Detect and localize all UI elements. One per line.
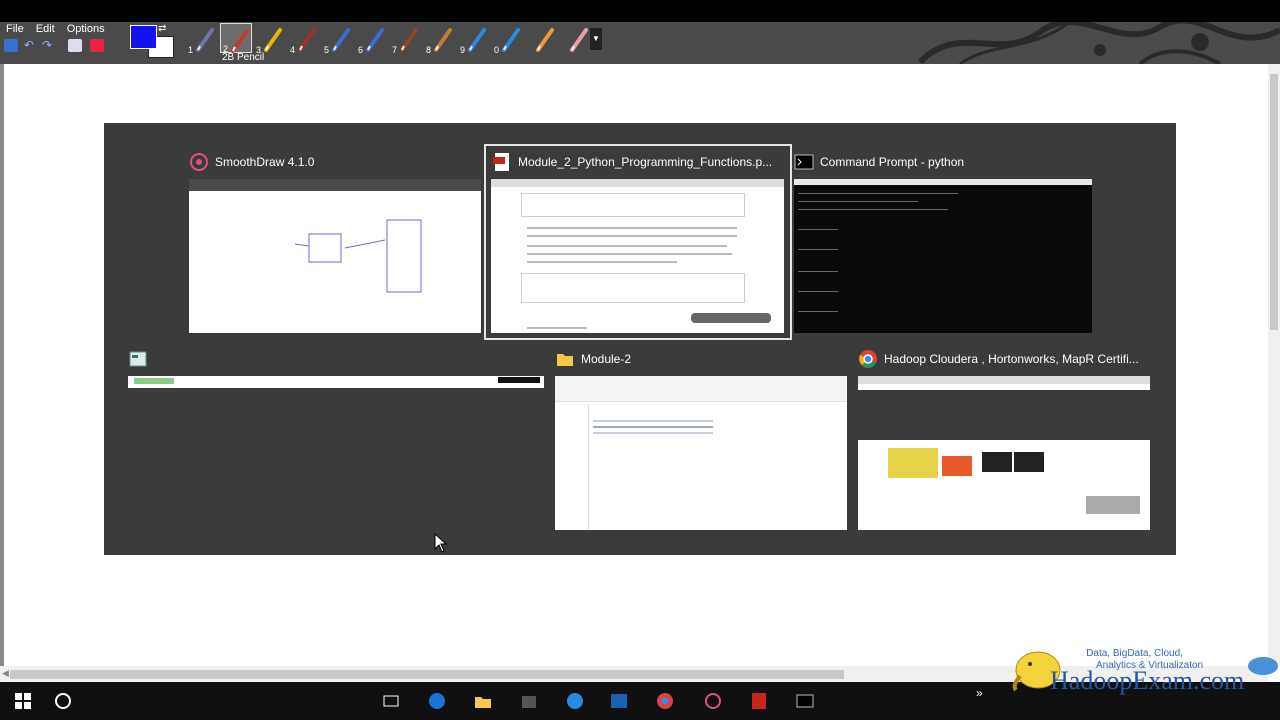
sketch-drawing [294, 219, 422, 293]
hand-icon [536, 28, 554, 52]
save-icon[interactable] [4, 39, 18, 52]
menu-file[interactable]: File [0, 22, 30, 36]
chrome-taskbar-icon[interactable] [656, 692, 674, 710]
show-hidden-icons-icon[interactable]: » [976, 686, 983, 700]
logo-brand-text: HadoopExam.com [1050, 666, 1245, 695]
redo-icon[interactable]: ↷ [42, 39, 56, 52]
tool-number: 9 [460, 45, 466, 55]
marker-icon [298, 28, 316, 52]
cloud-icon [1248, 657, 1278, 675]
tool-7[interactable]: 7 [390, 23, 422, 55]
tool-number: 8 [426, 45, 432, 55]
vertical-scroll-thumb[interactable] [1270, 74, 1278, 330]
tool-4[interactable]: 4 [288, 23, 320, 55]
top-black-strip [0, 0, 1280, 22]
tool-eraser[interactable] [560, 23, 592, 53]
switcher-window-pdf[interactable]: Module_2_Python_Programming_Functions.p.… [484, 144, 792, 340]
highlighter-icon [264, 28, 282, 52]
tool-number: 1 [188, 45, 194, 55]
brush-icon [366, 28, 384, 52]
window-title: Hadoop Cloudera , Hortonworks, MapR Cert… [884, 352, 1139, 366]
tool-2[interactable]: 2 [220, 23, 252, 54]
tool-0[interactable]: 0 [492, 23, 524, 55]
pdf-icon [493, 153, 509, 171]
task-switcher: SmoothDraw 4.1.0 Module_2_Python_Program… [104, 123, 1176, 555]
horizontal-scroll-thumb[interactable] [10, 670, 844, 679]
folder-icon [557, 354, 573, 366]
tool-number: 0 [494, 45, 500, 55]
logo-tagline-line-1: Data, BigData, Cloud, [1086, 648, 1183, 659]
window-thumbnail [858, 376, 1150, 530]
vertical-scrollbar[interactable] [1268, 64, 1280, 666]
foreground-color-swatch[interactable] [130, 25, 157, 49]
menu-bar: File Edit Options [0, 22, 111, 36]
window-thumbnail [555, 376, 847, 530]
switcher-window-cmd[interactable]: Command Prompt - python [794, 151, 1092, 333]
tool-1[interactable]: 1 [186, 23, 218, 55]
window-title: Module-2 [581, 352, 632, 366]
tool-hand[interactable] [526, 23, 558, 53]
window-thumbnail [491, 179, 784, 333]
water-drop-icon [502, 28, 520, 52]
window-title: SmoothDraw 4.1.0 [215, 155, 315, 169]
tool-5[interactable]: 5 [322, 23, 354, 55]
switcher-window-explorer[interactable]: Module-2 [555, 348, 847, 530]
brush-icon [332, 28, 350, 52]
cmd-taskbar-icon[interactable] [796, 692, 814, 710]
window-thumbnail [794, 179, 1092, 333]
mouse-cursor-icon [434, 533, 448, 553]
spray-icon [468, 28, 486, 52]
tool-number: 4 [290, 45, 296, 55]
search-icon[interactable] [54, 692, 72, 710]
file-explorer-icon[interactable] [474, 692, 492, 710]
store-icon[interactable] [520, 692, 538, 710]
command-prompt-icon [794, 154, 814, 170]
app-window-icon [129, 351, 147, 367]
new-page-icon[interactable] [68, 39, 82, 52]
smoothdraw-toolbar: File Edit Options ↶ ↷ ⇄ 1 234 5 6 7 8 9 0 2B Pe… [0, 22, 1280, 64]
tool-number: 7 [392, 45, 398, 55]
hadoopexam-logo: Data, BigData, Cloud, Analytics & Virtua… [1010, 644, 1280, 700]
scroll-left-icon[interactable]: ◀ [2, 668, 9, 679]
browser-icon[interactable] [566, 692, 584, 710]
decorative-swirl [917, 22, 1280, 64]
swap-colors-icon[interactable]: ⇄ [158, 23, 166, 34]
tool-3[interactable]: 3 [254, 23, 286, 55]
current-tool-name: 2B Pencil [222, 52, 265, 63]
task-view-icon[interactable] [382, 692, 400, 710]
switcher-window-smoothdraw[interactable]: SmoothDraw 4.1.0 [189, 151, 481, 333]
pencil-icon [231, 29, 249, 53]
pen-icon [196, 28, 214, 52]
tool-9[interactable]: 9 [458, 23, 490, 55]
tool-6[interactable]: 6 [356, 23, 388, 55]
tool-8[interactable]: 8 [424, 23, 456, 55]
window-thumbnail [189, 179, 481, 333]
tool-number: 6 [358, 45, 364, 55]
menu-options[interactable]: Options [61, 22, 111, 36]
tool-dropdown-arrow[interactable]: ▼ [590, 28, 602, 50]
switcher-window-app4[interactable] [128, 348, 544, 388]
smoothdraw-icon [190, 153, 208, 171]
window-title: Command Prompt - python [820, 155, 965, 169]
undo-icon[interactable]: ↶ [24, 39, 38, 52]
switcher-window-chrome[interactable]: Hadoop Cloudera , Hortonworks, MapR Cert… [858, 348, 1150, 530]
brush-icon [434, 28, 452, 52]
window-thumbnail [128, 376, 544, 388]
window-title: Module_2_Python_Programming_Functions.p.… [518, 155, 773, 169]
windows-start-icon[interactable] [14, 692, 32, 710]
record-icon[interactable] [90, 39, 104, 52]
chrome-icon [859, 350, 877, 368]
smoothdraw-taskbar-icon[interactable] [704, 692, 722, 710]
tool-number: 5 [324, 45, 330, 55]
eraser-icon [570, 28, 588, 52]
pdf-taskbar-icon[interactable] [750, 692, 768, 710]
brush-icon [400, 28, 418, 52]
menu-edit[interactable]: Edit [30, 22, 61, 36]
outlook-icon[interactable] [610, 692, 628, 710]
edge-browser-icon[interactable] [428, 692, 446, 710]
